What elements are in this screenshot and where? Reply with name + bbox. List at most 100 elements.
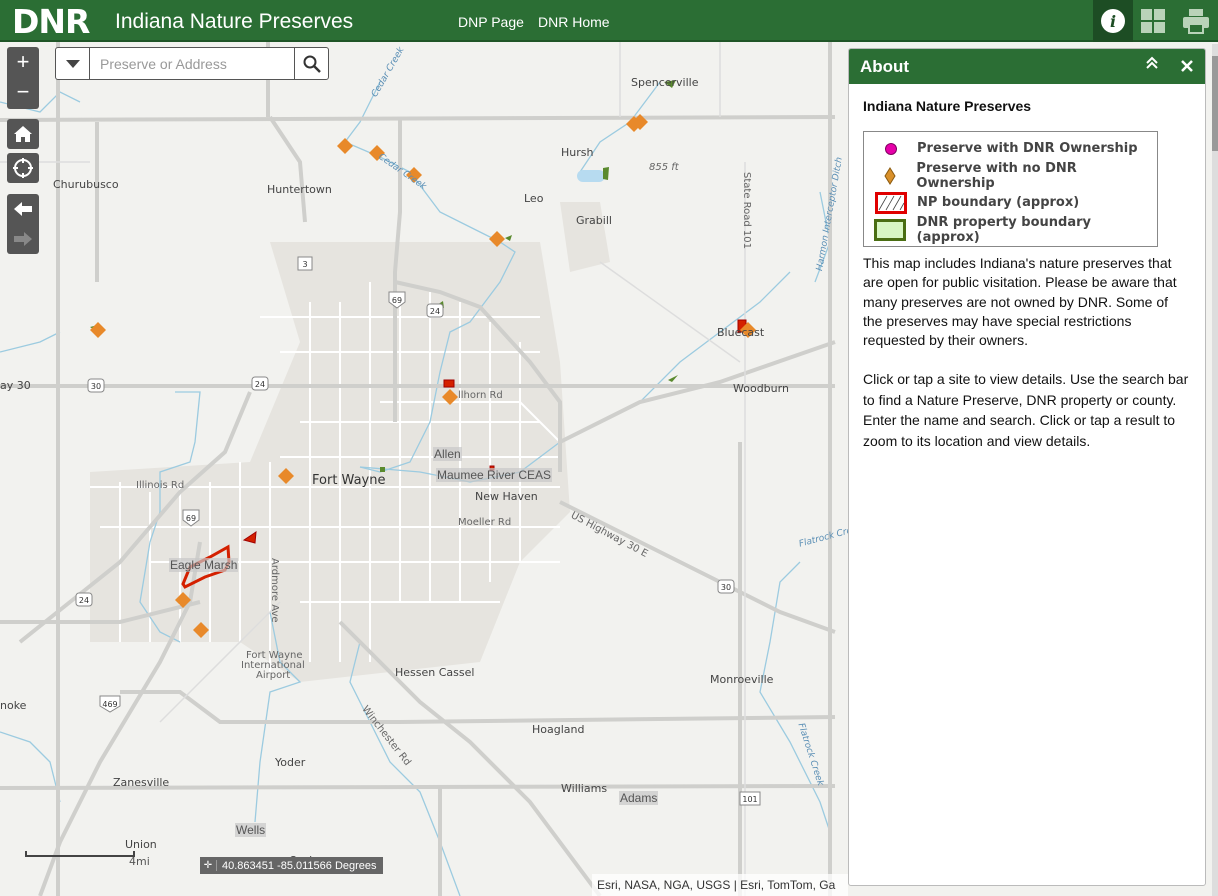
- about-panel: About Indiana Nature Preserves Preserve …: [848, 48, 1206, 886]
- place-label: Woodburn: [733, 382, 789, 395]
- legend-item: Preserve with no DNR Ownership: [864, 161, 1157, 191]
- place-label: noke: [0, 699, 27, 712]
- about-button[interactable]: i: [1093, 0, 1133, 42]
- double-chevron-up-icon: [1146, 56, 1158, 69]
- place-label: Union: [125, 838, 157, 851]
- zoom-out-button[interactable]: −: [7, 77, 39, 107]
- road-label: Ardmore Ave: [269, 558, 280, 623]
- dnr-logo[interactable]: DNR: [12, 2, 90, 41]
- place-label: Bluecast: [717, 326, 765, 339]
- place-label: Fort Wayne: [312, 473, 386, 488]
- previous-extent-button[interactable]: [7, 194, 39, 224]
- search-source-dropdown[interactable]: [56, 48, 90, 79]
- scrollbar-thumb[interactable]: [1212, 56, 1218, 151]
- place-label: Hessen Cassel: [395, 666, 475, 679]
- dnp-page-link[interactable]: DNP Page: [458, 14, 524, 30]
- description-paragraph: This map includes Indiana's nature prese…: [863, 255, 1177, 349]
- search-button[interactable]: [294, 48, 328, 79]
- place-label: Spencerville: [631, 76, 699, 89]
- dnr-home-link[interactable]: DNR Home: [538, 14, 610, 30]
- svg-text:30: 30: [721, 583, 731, 592]
- elevation-label: 855 ft: [649, 162, 679, 173]
- info-icon: i: [1101, 9, 1125, 33]
- magenta-circle-icon: [884, 142, 897, 155]
- place-label: Yoder: [275, 756, 306, 769]
- svg-text:469: 469: [102, 700, 117, 709]
- zoom-control: + −: [7, 47, 39, 109]
- search-icon: [303, 55, 321, 73]
- crosshair-icon: ✛: [200, 860, 217, 871]
- place-label: Huntertown: [267, 183, 332, 196]
- legend-label: Preserve with DNR Ownership: [917, 141, 1138, 156]
- app-title: Indiana Nature Preserves: [115, 10, 354, 33]
- panel-heading: Indiana Nature Preserves: [863, 98, 1032, 114]
- svg-text:101: 101: [742, 795, 757, 804]
- legend-item: Preserve with DNR Ownership: [864, 135, 1157, 162]
- scale-bar: [25, 851, 135, 857]
- place-label: Grabill: [576, 214, 612, 227]
- legend-label: NP boundary (approx): [917, 195, 1080, 210]
- road-label: llhorn Rd: [458, 390, 503, 401]
- coordinate-readout[interactable]: ✛ 40.863451 -85.011566 Degrees: [200, 857, 383, 874]
- svg-text:24: 24: [255, 380, 265, 389]
- svg-text:24: 24: [79, 596, 89, 605]
- road-label: ay 30: [0, 379, 31, 392]
- map-attribution: Esri, NASA, NGA, USGS | Esri, TomTom, Ga: [592, 874, 848, 896]
- legend-label: DNR property boundary (approx): [916, 214, 1091, 245]
- orange-diamond-icon: [884, 166, 896, 185]
- home-icon: [14, 126, 32, 142]
- county-label: Wells: [235, 823, 267, 837]
- road-label: Illinois Rd: [136, 480, 185, 491]
- preserve-label[interactable]: Eagle Marsh: [169, 558, 239, 572]
- place-label: Hoagland: [532, 723, 585, 736]
- svg-text:30: 30: [91, 382, 101, 391]
- print-button[interactable]: [1176, 0, 1216, 42]
- county-label: Adams: [619, 791, 659, 805]
- grid-icon: [1141, 9, 1165, 33]
- printer-icon: [1183, 9, 1209, 34]
- road-label: Moeller Rd: [458, 517, 512, 528]
- arrow-left-icon: [14, 202, 32, 216]
- instructions-paragraph: Click or tap a site to view details. Use…: [863, 371, 1189, 449]
- svg-text:69: 69: [186, 514, 196, 523]
- extent-navigation: [7, 194, 39, 254]
- place-label: Hursh: [561, 146, 594, 159]
- county-label: Allen: [433, 447, 462, 461]
- place-label: Leo: [524, 192, 544, 205]
- preserve-label[interactable]: Maumee River CEAS: [436, 468, 553, 482]
- place-label: Williams: [561, 782, 608, 795]
- legend-item: DNR property boundary (approx): [864, 214, 1157, 245]
- place-label: Zanesville: [113, 776, 170, 789]
- next-extent-button[interactable]: [7, 224, 39, 254]
- legend: Preserve with DNR Ownership Preserve wit…: [863, 131, 1158, 247]
- close-icon: [1181, 60, 1193, 72]
- panel-title: About: [860, 57, 910, 76]
- home-button[interactable]: [7, 119, 39, 149]
- zoom-in-button[interactable]: +: [7, 47, 39, 77]
- panel-header: About: [849, 49, 1205, 84]
- place-label: New Haven: [475, 490, 538, 503]
- caret-down-icon: [65, 59, 80, 68]
- locate-icon: [13, 158, 33, 178]
- page-scrollbar[interactable]: [1212, 44, 1218, 896]
- svg-text:24: 24: [430, 307, 440, 316]
- place-label: Airport: [256, 670, 291, 681]
- scale-label: 4mi: [129, 855, 150, 868]
- locate-button[interactable]: [7, 153, 39, 183]
- green-boundary-icon: [874, 218, 907, 241]
- close-button[interactable]: [1181, 54, 1193, 78]
- svg-text:3: 3: [302, 260, 307, 269]
- coordinate-text: 40.863451 -85.011566 Degrees: [222, 859, 377, 872]
- hatched-boundary-icon: [874, 191, 907, 214]
- svg-text:i: i: [1110, 12, 1116, 31]
- basemap-gallery-button[interactable]: [1133, 0, 1173, 42]
- svg-text:69: 69: [392, 296, 402, 305]
- place-label: Monroeville: [710, 673, 774, 686]
- app-header: DNR Indiana Nature Preserves DNP Page DN…: [0, 0, 1218, 42]
- search-input[interactable]: [90, 48, 294, 79]
- road-label: State Road 101: [741, 172, 752, 250]
- arrow-right-icon: [14, 232, 32, 246]
- collapse-button[interactable]: [1145, 56, 1159, 75]
- legend-item: NP boundary (approx): [864, 189, 1157, 216]
- search-widget: [55, 47, 329, 80]
